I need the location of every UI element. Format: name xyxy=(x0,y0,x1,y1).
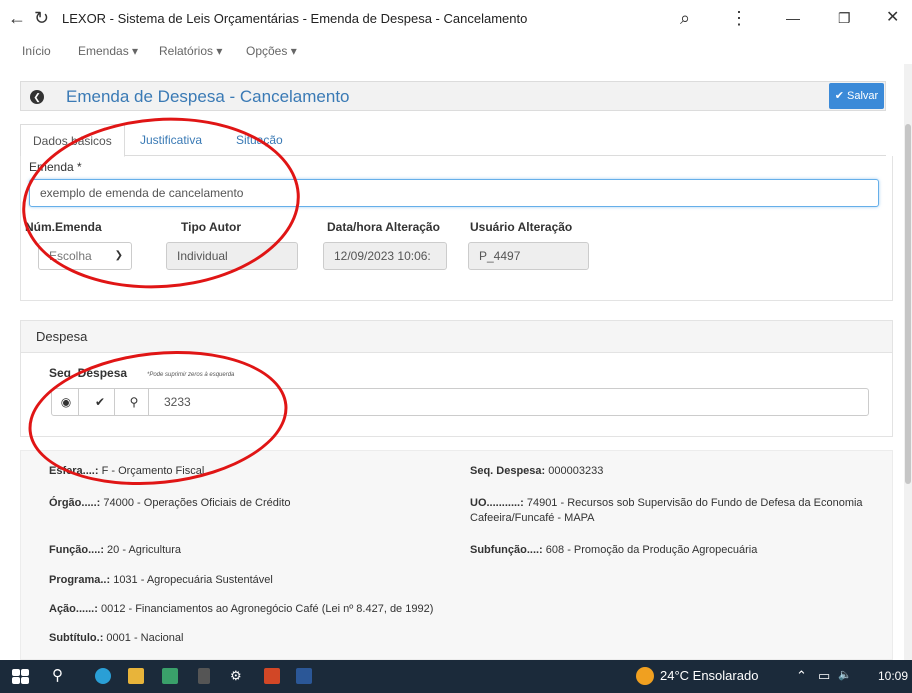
scrollbar-thumb[interactable] xyxy=(905,124,911,484)
num-emenda-label: Núm.Emenda xyxy=(25,220,102,234)
info-subtitulo: Subtítulo.: 0001 - Nacional xyxy=(49,632,184,644)
despesa-title: Despesa xyxy=(36,329,88,344)
chevron-up-icon[interactable]: ⌃ xyxy=(796,668,807,684)
usuario-field: P_4497 xyxy=(468,242,589,270)
info-programa: Programa..: 1031 - Agropecuária Sustentá… xyxy=(49,574,273,586)
info-acao: Ação......: 0012 - Financiamentos ao Agr… xyxy=(49,603,434,615)
search-icon[interactable]: ⚲ xyxy=(122,389,146,415)
windows-start-icon xyxy=(21,677,29,684)
windows-taskbar: ⚲ ⚙ 24°C Ensolarado ⌃ ▭ 🔈 10:09 xyxy=(0,660,912,693)
windows-start-icon[interactable] xyxy=(12,669,20,676)
seq-despesa-hint: *Pode suprimir zeros à esquerda xyxy=(147,372,235,378)
num-emenda-value: Escolha xyxy=(49,249,92,263)
emenda-label: Emenda * xyxy=(29,160,82,174)
seq-despesa-label: Seq. Despesa xyxy=(49,366,128,380)
menu-relatorios[interactable]: Relatórios ▾ xyxy=(159,44,222,58)
back-arrow-icon[interactable]: ← xyxy=(8,8,26,28)
minimize-icon[interactable]: — xyxy=(786,8,800,28)
divider xyxy=(78,389,79,415)
edge-browser-icon[interactable] xyxy=(95,668,111,684)
window-title: LEXOR - Sistema de Leis Orçamentárias - … xyxy=(62,11,528,26)
tab-dados-basicos[interactable]: Dados básicos xyxy=(20,124,125,157)
divider xyxy=(148,389,149,415)
usuario-label: Usuário Alteração xyxy=(470,220,573,234)
despesa-info-panel: Esfera....: F - Orçamento Fiscal Seq. De… xyxy=(20,450,893,660)
divider xyxy=(114,389,115,415)
seq-despesa-group: ◉ ✔ ⚲ 3233 xyxy=(51,388,869,416)
basic-data-panel: Emenda * exemplo de emenda de cancelamen… xyxy=(20,156,893,301)
windows-start-icon xyxy=(21,669,29,676)
clock[interactable]: 10:09 xyxy=(878,669,908,683)
save-button[interactable]: ✔ Salvar xyxy=(829,83,884,109)
browser-title-bar: ← ↻ LEXOR - Sistema de Leis Orçamentária… xyxy=(0,0,912,38)
info-funcao: Função....: 20 - Agricultura xyxy=(49,544,182,556)
clear-icon[interactable]: ◉ xyxy=(54,389,78,415)
emenda-input[interactable]: exemplo de emenda de cancelamento xyxy=(29,179,879,207)
seq-despesa-input[interactable]: 3233 xyxy=(164,395,191,409)
menu-opcoes[interactable]: Opções ▾ xyxy=(246,44,297,58)
zoom-icon[interactable]: ⌕ xyxy=(680,8,690,28)
weather-text[interactable]: 24°C Ensolarado xyxy=(660,668,758,683)
menu-emendas[interactable]: Emendas ▾ xyxy=(78,44,138,58)
word-icon[interactable] xyxy=(296,668,312,684)
settings-gear-icon[interactable]: ⚙ xyxy=(230,668,242,684)
powerpoint-icon[interactable] xyxy=(264,668,280,684)
weather-sun-icon[interactable] xyxy=(636,667,654,685)
tab-justificativa[interactable]: Justificativa xyxy=(128,124,214,156)
info-orgao: Órgão.....: 74000 - Operações Oficiais d… xyxy=(49,497,291,509)
page-scrollbar[interactable] xyxy=(904,64,912,660)
volume-icon[interactable]: 🔈 xyxy=(838,668,852,681)
info-esfera: Esfera....: F - Orçamento Fiscal xyxy=(49,465,205,477)
network-icon[interactable]: ▭ xyxy=(818,668,830,684)
menu-bar: Início Emendas ▾ Relatórios ▾ Opções ▾ xyxy=(0,38,912,64)
search-icon[interactable]: ⚲ xyxy=(52,666,63,684)
tab-bar: Dados básicos Justificativa Situação xyxy=(20,124,886,157)
reload-icon[interactable]: ↻ xyxy=(34,8,49,28)
file-explorer-icon[interactable] xyxy=(128,668,144,684)
app-icon[interactable] xyxy=(198,668,210,684)
page-title: Emenda de Despesa - Cancelamento xyxy=(66,87,350,106)
close-icon[interactable]: ✕ xyxy=(886,8,899,28)
check-icon[interactable]: ✔ xyxy=(88,389,112,415)
despesa-panel: Despesa Seq. Despesa *Pode suprimir zero… xyxy=(20,320,893,437)
despesa-header: Despesa xyxy=(21,321,892,353)
data-hora-field: 12/09/2023 10:06: xyxy=(323,242,447,270)
calculator-icon[interactable] xyxy=(162,668,178,684)
back-circle-icon[interactable]: ❮ xyxy=(30,90,44,104)
kebab-menu-icon[interactable]: ⋮ xyxy=(730,8,748,28)
info-seq-despesa: Seq. Despesa: 000003233 xyxy=(470,465,604,477)
windows-start-icon xyxy=(12,677,20,684)
page-header: ❮ Emenda de Despesa - Cancelamento ✔ Sal… xyxy=(20,81,886,111)
info-subfuncao: Subfunção....: 608 - Promoção da Produçã… xyxy=(470,544,758,556)
menu-inicio[interactable]: Início xyxy=(22,44,51,58)
tab-situacao[interactable]: Situação xyxy=(224,124,295,156)
tipo-autor-label: Tipo Autor xyxy=(181,220,241,234)
restore-icon[interactable]: ❐ xyxy=(838,8,851,28)
num-emenda-select[interactable]: Escolha ❯ xyxy=(38,242,132,270)
info-uo: UO...........: 74901 - Recursos sob Supe… xyxy=(470,497,863,524)
chevron-down-icon: ❯ xyxy=(114,250,123,261)
data-hora-label: Data/hora Alteração xyxy=(327,220,440,234)
tipo-autor-field: Individual xyxy=(166,242,298,270)
